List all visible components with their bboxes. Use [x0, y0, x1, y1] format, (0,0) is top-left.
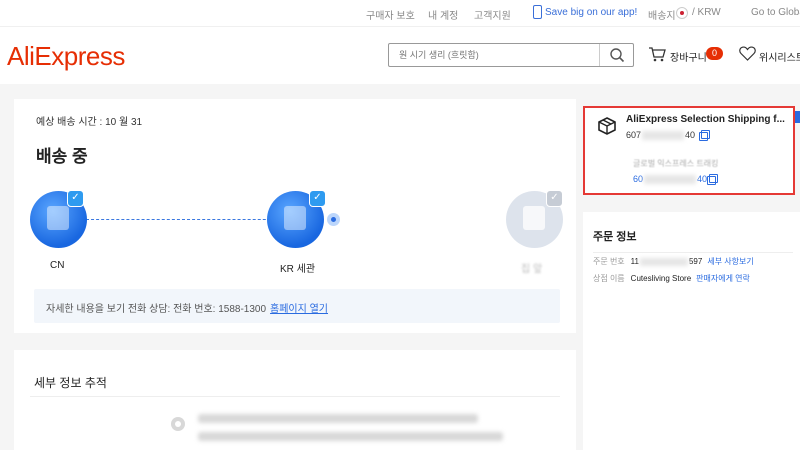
node-kr-customs-label: KR 세관	[280, 264, 316, 275]
progress-line	[86, 219, 286, 220]
global-tracking-number[interactable]: 60 40	[633, 174, 707, 185]
info-box: 자세한 내용을 보기 전화 상담: 전화 번호: 1588-1300 홈페이지 열…	[34, 289, 560, 323]
go-global-link[interactable]: Go to Global	[751, 7, 800, 18]
phone-icon	[533, 5, 542, 19]
top-bar: 구매자 보호 내 계정 고객지원 Save big on our app! 배송…	[0, 0, 800, 26]
korea-flag-icon	[676, 7, 688, 19]
check-icon: ✓	[546, 190, 563, 207]
order-info-card: 주문 정보 주문 번호 11 597 세부 사항보기 상점 이름 Cutesliving…	[583, 212, 800, 450]
order-detail-link[interactable]: 세부 사항보기	[707, 257, 753, 266]
contact-seller-link[interactable]: 판매자에게 연락	[696, 274, 750, 283]
order-number-row: 주문 번호 11 597 세부 사항보기	[593, 257, 754, 266]
tracking-card: 예상 배송 시간 : 10 월 31 배송 중 ✓ CN ✓ KR 세관 ✓ 집…	[14, 99, 576, 333]
site-header: AliExpress 장바구니 0 위시리스트	[0, 26, 800, 84]
divider	[593, 252, 793, 253]
shipping-info-card[interactable]: AliExpress Selection Shipping f... 607 40…	[583, 106, 795, 195]
copy-icon[interactable]	[707, 174, 718, 185]
divider	[30, 396, 560, 397]
copy-icon[interactable]	[699, 130, 710, 141]
customer-support-link[interactable]: 고객지원	[474, 7, 511, 22]
my-account-link[interactable]: 내 계정	[428, 7, 458, 22]
cart-count-badge: 0	[706, 47, 723, 60]
current-position-dot	[327, 213, 340, 226]
carrier-name: AliExpress Selection Shipping f...	[626, 114, 785, 125]
heart-icon[interactable]	[739, 46, 756, 61]
cart-label[interactable]: 장바구니	[670, 49, 707, 64]
order-info-title: 주문 정보	[593, 231, 637, 243]
check-icon: ✓	[67, 190, 84, 207]
tracking-number: 607 40	[626, 130, 696, 141]
blurred-event-text	[198, 414, 478, 423]
global-tracking-label: 글로벌 익스프레스 트래킹	[633, 159, 719, 168]
shipping-status-title: 배송 중	[36, 147, 88, 166]
buyer-protection-link[interactable]: 구매자 보호	[366, 7, 415, 22]
info-text: 자세한 내용을 보기 전화 상담: 전화 번호: 1588-1300 홈페이지 열…	[46, 304, 329, 315]
check-icon: ✓	[309, 190, 326, 207]
currency-selector[interactable]: / KRW	[692, 7, 721, 18]
search-icon	[610, 48, 625, 63]
search-button[interactable]	[599, 44, 633, 66]
tracking-detail-card: 세부 정보 추적	[14, 350, 576, 450]
cart-icon[interactable]	[648, 46, 666, 62]
store-row: 상점 이름 Cutesliving Store 판매자에게 연락	[593, 274, 750, 283]
search-box	[388, 43, 634, 67]
estimated-delivery: 예상 배송 시간 : 10 월 31	[36, 117, 143, 128]
ship-to-label[interactable]: 배송지	[648, 7, 676, 22]
store-name[interactable]: Cutesliving Store	[631, 274, 691, 283]
node-cn-label: CN	[50, 260, 65, 271]
blurred-event-text	[198, 432, 503, 441]
detail-title: 세부 정보 추적	[34, 376, 107, 390]
aliexpress-logo[interactable]: AliExpress	[7, 41, 125, 72]
timeline-dot-icon	[171, 417, 185, 431]
package-icon	[598, 117, 616, 135]
side-tab[interactable]	[795, 111, 800, 123]
homepage-link[interactable]: 홈페이지 열기	[270, 304, 328, 315]
wishlist-label[interactable]: 위시리스트	[759, 49, 800, 64]
search-input[interactable]	[389, 44, 599, 66]
app-promo-link[interactable]: Save big on our app!	[545, 7, 637, 18]
node-home-label: 집 앞	[521, 264, 543, 275]
